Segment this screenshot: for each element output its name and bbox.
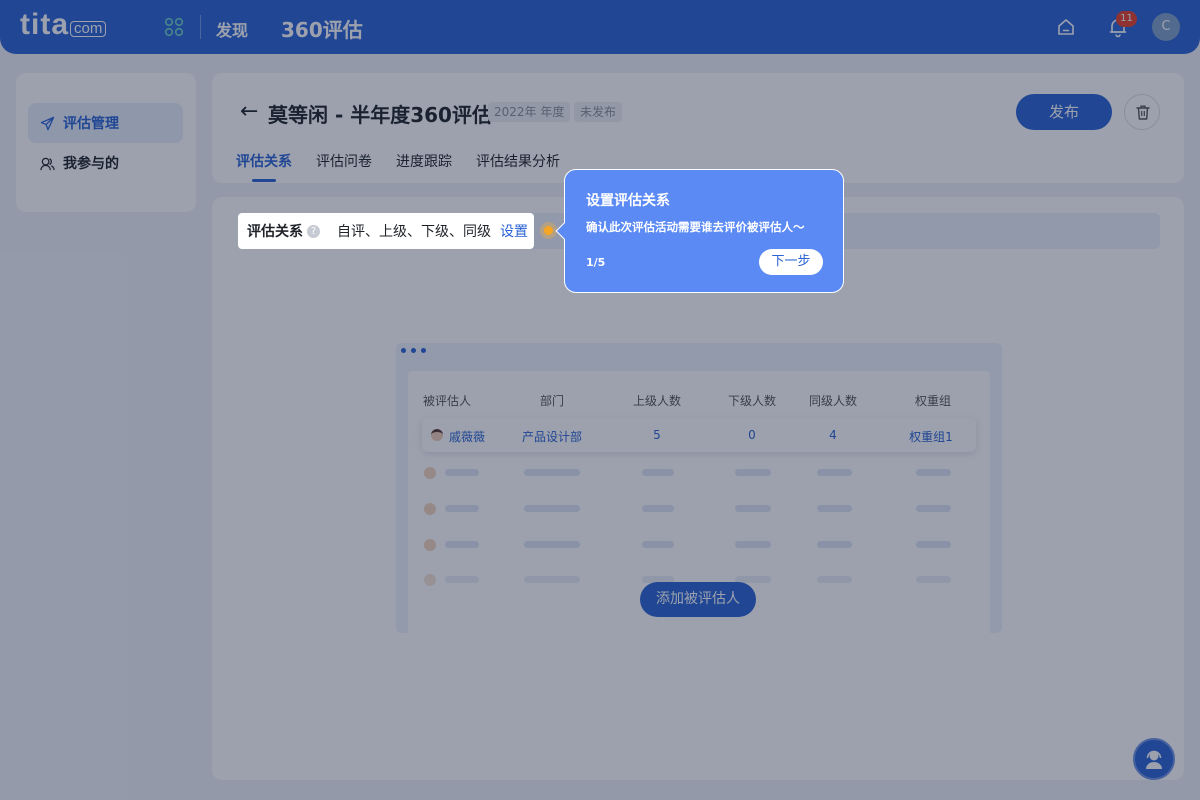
relation-value: 自评、上级、下级、同级 [337,224,491,240]
next-step-button[interactable]: 下一步 [759,249,823,275]
onboarding-overlay[interactable] [0,0,1200,800]
onboarding-tooltip: 设置评估关系 确认此次评估活动需要谁去评价被评估人～ 1/5 下一步 [555,169,844,293]
evaluation-relation-field: 评估关系 ? 自评、上级、下级、同级 设置 [238,213,534,249]
tooltip-title: 设置评估关系 [586,193,670,209]
tooltip-body: 确认此次评估活动需要谁去评价被评估人～ [586,220,805,234]
relation-settings-link[interactable]: 设置 [500,221,528,241]
tooltip-step-counter: 1/5 [586,256,606,269]
help-icon[interactable]: ? [307,224,320,238]
relation-label: 评估关系 [247,224,303,240]
